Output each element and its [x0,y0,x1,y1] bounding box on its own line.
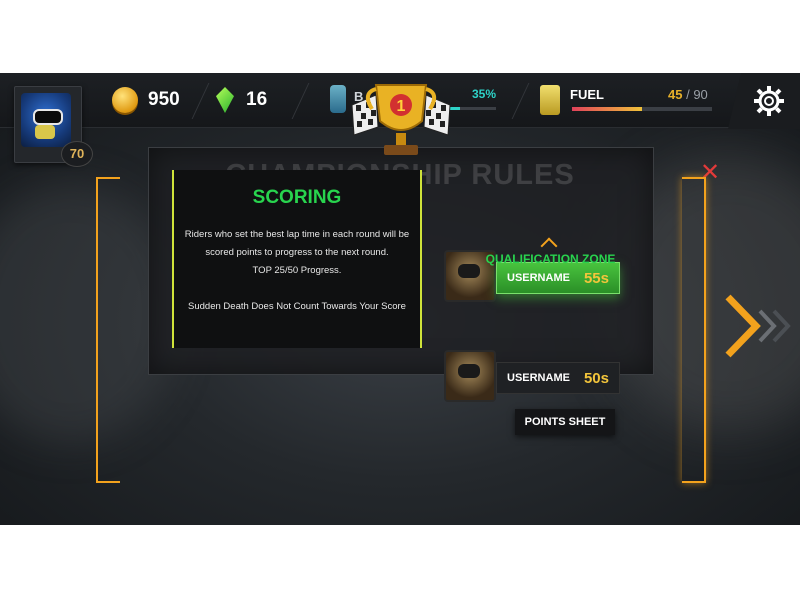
player-avatar[interactable]: 70 [14,86,93,167]
frame-bracket-right [682,177,706,483]
scoring-card: SCORING Riders who set the best lap time… [172,170,422,348]
coin-amount: 950 [148,89,180,110]
fuel-value: 45 / 90 [668,87,708,102]
fuel-label: FUEL [570,87,604,102]
next-arrow-icon[interactable] [722,291,792,361]
scoring-line: Sudden Death Does Not Count Towards Your… [188,301,406,312]
coin-counter[interactable]: 950 [112,87,180,113]
divider [191,83,210,119]
gear-icon [754,86,784,116]
rider-card: USERNAME 55s [496,262,620,294]
rider-username: USERNAME [507,372,570,384]
gem-amount: 16 [246,89,268,110]
fuel-icon [540,85,560,115]
fuel-current: 45 [668,87,683,102]
rider-avatar [444,350,496,402]
boost-icon [330,85,346,113]
rider-time: 55s [583,269,609,287]
level-badge: 70 [61,141,93,167]
trophy-icon: 1 [351,84,451,155]
boost-percent: 35% [472,87,497,101]
points-sheet-button[interactable]: POINTS SHEET [515,409,615,435]
scoring-line: Riders who set the best lap time in each… [184,229,410,258]
avatar [21,93,71,147]
gem-icon [216,87,234,113]
divider [511,83,530,119]
fuel-bar [572,107,712,111]
frame-bracket-left [96,177,120,483]
gem-counter[interactable]: 16 [216,87,267,113]
scoring-line: TOP 25/50 Progress. [252,265,342,276]
divider [291,83,310,119]
scoring-title: SCORING [252,187,342,208]
fuel-max: 90 [693,87,708,102]
coin-icon [112,87,138,113]
qualification-zone-label: QUALIFICATION ZONE [485,252,616,266]
fuel-bar-fill [572,107,642,111]
rider-card: USERNAME 50s [496,362,620,394]
scoring-text: Riders who set the best lap time in each… [184,226,410,316]
trophy-rank: 1 [397,98,406,115]
rider-row-bottom[interactable]: USERNAME 50s [444,350,620,402]
settings-button[interactable] [728,73,800,129]
rider-time: 50s [583,369,609,387]
rider-username: USERNAME [507,272,570,284]
